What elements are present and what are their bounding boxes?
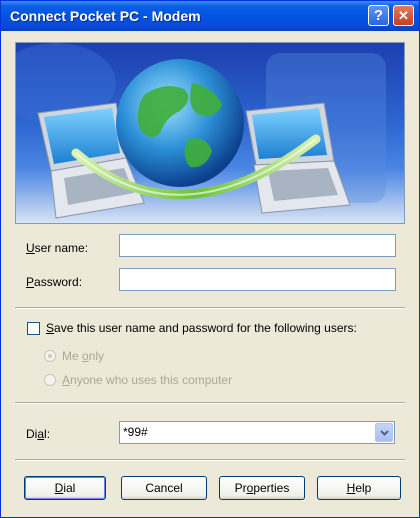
dial-number-value: *99# <box>123 425 148 439</box>
help-button[interactable]: Help <box>317 476 401 500</box>
chevron-down-icon[interactable] <box>375 423 393 442</box>
me-only-radio[interactable] <box>44 350 56 362</box>
anyone-radio[interactable] <box>44 374 56 386</box>
connection-banner-image <box>15 42 405 224</box>
anyone-label[interactable]: Anyone who uses this computer <box>62 373 232 387</box>
separator <box>15 307 405 309</box>
connect-dialog: Connect Pocket PC - Modem ? ✕ User name:… <box>0 0 420 518</box>
globe-laptops-illustration <box>16 43 386 219</box>
window-title: Connect Pocket PC - Modem <box>10 8 201 24</box>
dial-number-combobox[interactable]: *99# <box>119 421 395 444</box>
save-credentials-checkbox[interactable] <box>27 322 40 335</box>
dial-button[interactable]: Dial <box>24 476 106 500</box>
help-icon[interactable]: ? <box>368 5 389 26</box>
password-label: Password: <box>26 275 83 289</box>
password-input[interactable] <box>119 268 396 291</box>
username-input[interactable] <box>119 234 396 257</box>
close-icon[interactable]: ✕ <box>393 5 414 26</box>
cancel-button[interactable]: Cancel <box>121 476 207 500</box>
username-label: User name: <box>26 241 89 255</box>
title-bar[interactable]: Connect Pocket PC - Modem ? ✕ <box>1 1 419 31</box>
separator <box>15 459 405 461</box>
separator <box>15 402 405 404</box>
dial-label: Dial: <box>26 427 51 441</box>
properties-button[interactable]: Pr o perties <box>219 476 305 500</box>
me-only-label[interactable]: Me only <box>62 349 104 363</box>
save-credentials-label[interactable]: Save this user name and password for the… <box>46 321 357 335</box>
